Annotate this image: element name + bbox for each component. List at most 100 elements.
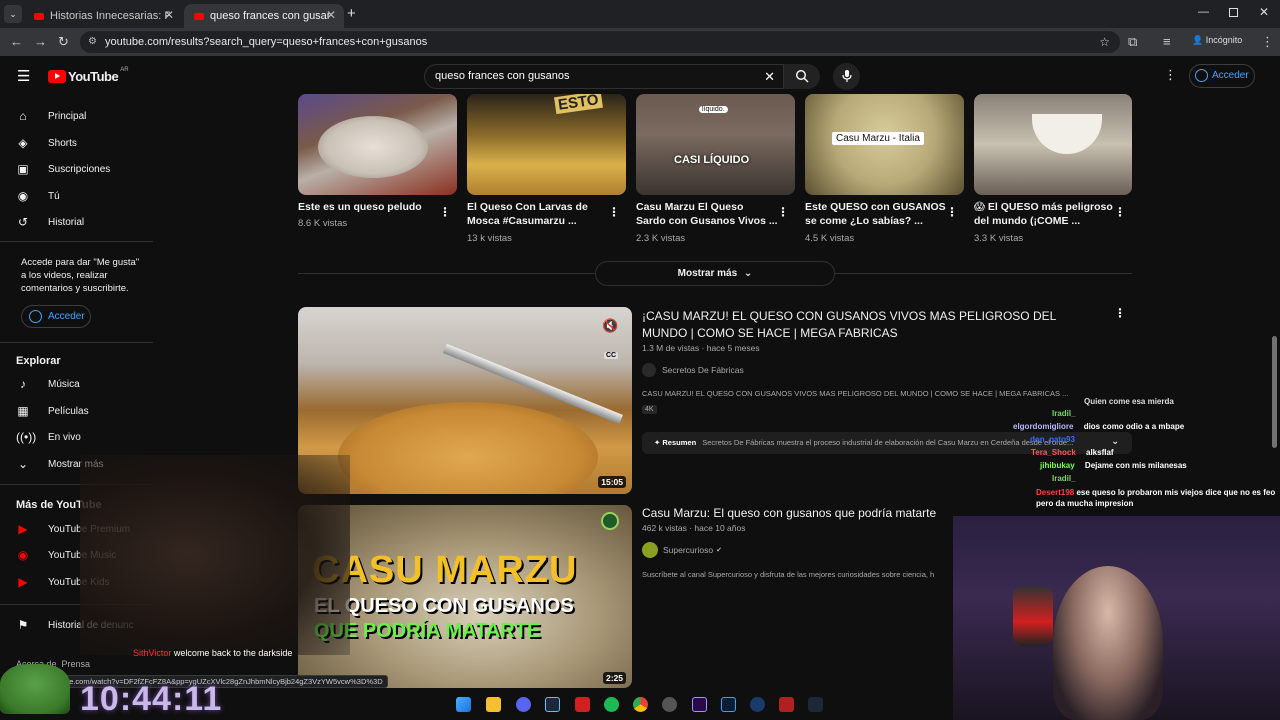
sidebar-item-label: Música <box>48 378 80 390</box>
voice-search-button[interactable] <box>833 63 860 90</box>
reading-list-icon[interactable]: ≡ <box>1163 34 1171 49</box>
settings-menu-icon[interactable]: ⋮ <box>1164 67 1177 83</box>
chat-message: elgordomigliore dios como odio a a mbape <box>1013 422 1184 431</box>
sign-in-button[interactable]: Acceder <box>1189 64 1255 88</box>
more-actions-icon[interactable]: ⋮ <box>608 205 620 219</box>
more-actions-icon[interactable]: ⋮ <box>946 205 958 219</box>
search-input[interactable]: queso frances con gusanos ✕ <box>424 64 784 89</box>
youtube-logo[interactable]: YouTube AR <box>48 67 129 84</box>
thumbnail-text-2: EL QUESO CON GUSANOS <box>314 595 574 617</box>
sidebar-divider <box>0 241 153 242</box>
bookmark-star-icon[interactable]: ☆ <box>1099 31 1110 53</box>
sidebar-divider <box>0 342 153 343</box>
sidebar-item-shorts[interactable]: ◈ Shorts <box>16 136 77 150</box>
tab-title: Historias Innecesarias: Parasitos <box>50 10 170 22</box>
sidebar-item-history[interactable]: ↺ Historial <box>16 215 84 229</box>
show-more-button[interactable]: Mostrar más ⌄ <box>595 261 835 286</box>
video-title[interactable]: ¡CASU MARZU! EL QUESO CON GUSANOS VIVOS … <box>642 308 1102 342</box>
sidebar-item-live[interactable]: ((•)) En vivo <box>16 430 81 444</box>
chrome-menu-icon[interactable]: ⋮ <box>1261 34 1274 50</box>
channel-avatar <box>642 542 658 558</box>
hamburger-menu-icon[interactable]: ☰ <box>17 67 30 85</box>
short-title[interactable]: 😱 El QUESO más peligroso del mundo (¡COME… <box>974 200 1113 228</box>
steam-icon[interactable] <box>545 697 560 712</box>
expand-summary-icon[interactable]: ⌄ <box>1111 436 1119 447</box>
captions-icon[interactable]: CC <box>604 352 619 359</box>
channel-link[interactable]: Secretos De Fábricas <box>642 363 744 377</box>
app-badge-icon[interactable] <box>779 697 794 712</box>
chat-message: Tera_Shock alksflaf <box>1031 448 1114 457</box>
short-title[interactable]: Este QUESO con GUSANOS se come ¿Lo sabías… <box>805 200 946 228</box>
chat-message: don_pato93 <box>1030 435 1075 444</box>
incognito-icon: 👤 <box>1192 35 1204 45</box>
more-actions-icon[interactable]: ⋮ <box>439 205 451 219</box>
page-scrollbar-thumb[interactable] <box>1272 336 1277 448</box>
tab-search-button[interactable]: ⌄ <box>4 5 22 23</box>
tab-queso[interactable]: queso frances con gusanos - You ✕ <box>184 4 344 28</box>
short-thumbnail[interactable]: líquido. CASI LÍQUIDO <box>636 94 795 195</box>
sparkle-icon: ✦ <box>654 438 661 447</box>
chat-message: Desert198 ese queso lo probaron mis viej… <box>1036 487 1276 509</box>
account-circle-icon <box>29 310 42 323</box>
address-bar[interactable]: ⚙ youtube.com/results?search_query=queso… <box>80 31 1120 53</box>
discord-icon[interactable] <box>516 697 531 712</box>
reload-icon[interactable]: ↻ <box>58 34 69 50</box>
short-thumbnail[interactable] <box>974 94 1132 195</box>
chrome-icon[interactable] <box>633 697 648 712</box>
title-line: se come ¿Lo sabías? ... <box>805 215 923 227</box>
forward-icon[interactable]: → <box>34 34 47 49</box>
tab-historias[interactable]: Historias Innecesarias: Parasitos ✕ <box>24 4 182 28</box>
webcam-overlay-right <box>953 516 1280 720</box>
short-thumbnail[interactable] <box>298 94 457 195</box>
sidebar-item-you[interactable]: ◉ Tú <box>16 189 60 203</box>
more-actions-icon[interactable]: ⋮ <box>1114 205 1126 219</box>
search-button[interactable] <box>784 64 820 89</box>
photoshop-icon[interactable] <box>721 697 736 712</box>
video-title[interactable]: Casu Marzu: El queso con gusanos que pod… <box>642 506 936 520</box>
close-tab-icon[interactable]: ✕ <box>326 8 336 22</box>
close-tab-icon[interactable]: ✕ <box>164 8 174 22</box>
sidebar-item-subscriptions[interactable]: ▣ Suscripciones <box>16 162 110 176</box>
more-actions-icon[interactable]: ⋮ <box>777 205 789 219</box>
chat-user: Desert198 <box>1036 488 1075 497</box>
mute-icon[interactable]: 🔇 <box>602 318 618 334</box>
back-icon[interactable]: ← <box>10 34 23 49</box>
chevron-down-icon: ⌄ <box>743 268 753 279</box>
short-thumbnail[interactable]: Casu Marzu - Italia <box>805 94 964 195</box>
short-title[interactable]: Casu Marzu El Queso Sardo con Gusanos Viv… <box>636 200 778 228</box>
youtube-music-icon: ◉ <box>17 548 29 562</box>
file-explorer-icon[interactable] <box>486 697 501 712</box>
chat-message: jihibukay Dejame con mis milanesas <box>1040 461 1187 470</box>
extensions-icon[interactable]: ⧉ <box>1128 34 1137 50</box>
title-line: 😱 El QUESO más peligroso <box>974 201 1113 213</box>
premiere-icon[interactable] <box>692 697 707 712</box>
short-title[interactable]: Este es un queso peludo <box>298 200 422 214</box>
short-views: 3.3 K vistas <box>974 233 1024 244</box>
more-actions-icon[interactable]: ⋮ <box>1114 306 1126 320</box>
short-title[interactable]: El Queso Con Larvas de Mosca #Casumarzu .… <box>467 200 588 228</box>
sidebar-item-music[interactable]: ♪ Música <box>16 377 80 391</box>
settings-gear-icon[interactable] <box>662 697 677 712</box>
browser-toolbar: ← → ↻ ⚙ youtube.com/results?search_query… <box>0 28 1280 56</box>
new-tab-button[interactable]: + <box>347 5 356 22</box>
minimize-window-icon[interactable]: — <box>1198 6 1209 18</box>
close-window-icon[interactable]: ✕ <box>1259 5 1269 19</box>
channel-link[interactable]: Supercurioso ✔ <box>642 542 722 558</box>
app-c-icon[interactable] <box>750 697 765 712</box>
sidebar-sign-in-button[interactable]: Acceder <box>21 305 91 328</box>
live-icon: ((•)) <box>16 430 37 444</box>
spotify-icon[interactable] <box>604 697 619 712</box>
video-description: Suscríbete al canal Supercurioso y disfr… <box>642 570 935 579</box>
clear-search-icon[interactable]: ✕ <box>764 65 775 88</box>
steam-alt-icon[interactable] <box>808 697 823 712</box>
sidebar-item-principal[interactable]: ⌂ Principal <box>16 109 86 123</box>
windows-start-icon[interactable] <box>456 697 471 712</box>
sidebar-item-movies[interactable]: ▦ Películas <box>16 404 88 418</box>
cheese-wheel-image <box>338 402 598 494</box>
incognito-indicator[interactable]: 👤 Incógnito <box>1192 35 1242 46</box>
chat-message: Quien come esa mierda <box>1084 397 1174 406</box>
app-red-icon[interactable] <box>575 697 590 712</box>
short-thumbnail[interactable]: ESTO <box>467 94 626 195</box>
restore-window-icon[interactable] <box>1229 8 1238 17</box>
site-info-icon[interactable]: ⚙ <box>88 31 97 53</box>
